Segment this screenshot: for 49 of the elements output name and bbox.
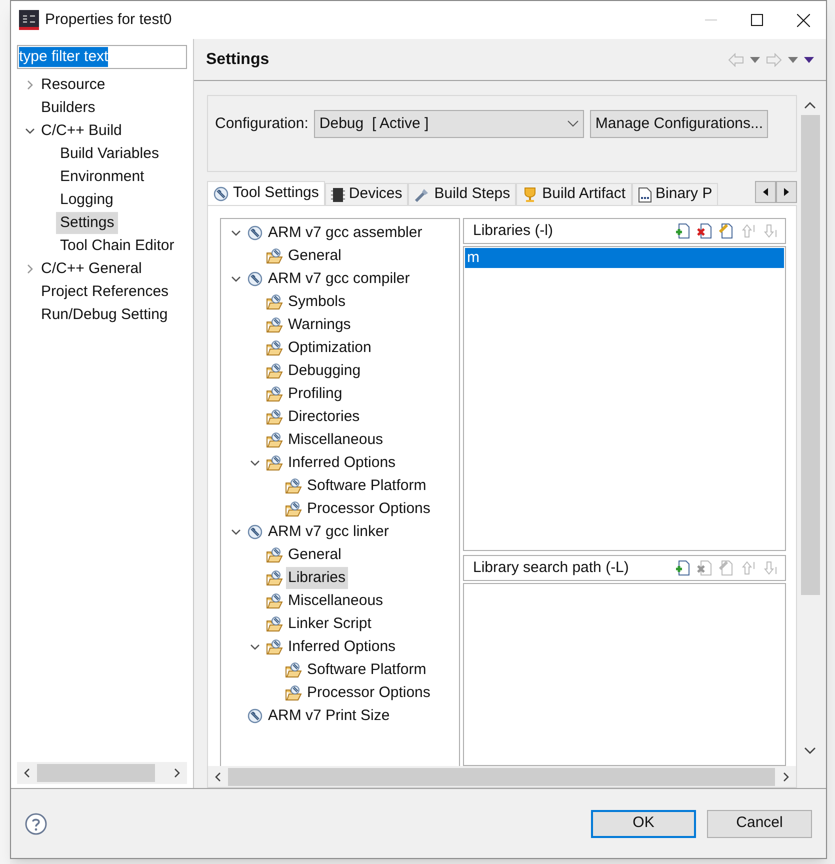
tree-item[interactable]: Profiling xyxy=(286,382,344,404)
sidebar-item[interactable]: Build Variables xyxy=(56,142,163,164)
dialog-button[interactable]: Cancel xyxy=(707,810,812,838)
tree-item[interactable]: Symbols xyxy=(286,290,348,312)
tree-item[interactable]: Miscellaneous xyxy=(286,428,386,450)
configuration-select[interactable]: Debug [ Active ] xyxy=(314,110,584,138)
tab[interactable]: Tool Settings xyxy=(207,181,325,205)
tree-item[interactable]: Inferred Options xyxy=(286,636,398,658)
tree-item[interactable]: Processor Options xyxy=(305,682,432,704)
tree-item[interactable]: Optimization xyxy=(286,336,374,358)
tab[interactable]: Build Steps xyxy=(408,183,516,205)
tree-item[interactable]: Directories xyxy=(286,406,362,428)
tree-item[interactable]: Debugging xyxy=(286,360,363,382)
sidebar-item[interactable]: Resource xyxy=(37,74,110,96)
tab[interactable]: Devices xyxy=(324,183,408,205)
sidebar-item[interactable]: Run/Debug Setting xyxy=(37,304,172,326)
tree-item[interactable]: Linker Script xyxy=(286,612,374,634)
list-title: Libraries (-l) xyxy=(473,220,554,241)
tree-item[interactable]: General xyxy=(286,244,344,266)
tab[interactable]: Binary P xyxy=(632,183,718,205)
tree-item[interactable]: Libraries xyxy=(286,566,348,588)
tree-item[interactable]: ARM v7 gcc compiler xyxy=(266,268,412,290)
tree-item[interactable]: Miscellaneous xyxy=(286,590,386,612)
tree-item[interactable]: Software Platform xyxy=(305,658,428,680)
tree-item[interactable]: Warnings xyxy=(286,314,353,336)
tree-item[interactable]: General xyxy=(286,544,344,566)
list-title: Library search path (-L) xyxy=(473,558,629,578)
dialog-button[interactable]: OK xyxy=(591,810,696,838)
configuration-label: Configuration: xyxy=(215,114,308,134)
page-title: Settings xyxy=(206,50,270,70)
sidebar-item[interactable]: C/C++ General xyxy=(37,258,146,280)
tree-item[interactable]: ARM v7 Print Size xyxy=(266,704,392,726)
tab[interactable]: Build Artifact xyxy=(516,183,632,205)
tree-item[interactable]: ARM v7 gcc linker xyxy=(266,520,391,542)
manage-configurations-button[interactable]: Manage Configurations... xyxy=(590,110,768,138)
tree-item[interactable]: ARM v7 gcc assembler xyxy=(266,222,424,244)
window-title: Properties for test0 xyxy=(45,10,172,30)
filter-field[interactable]: type filter text xyxy=(17,45,187,69)
sidebar-item[interactable]: Tool Chain Editor xyxy=(56,234,178,256)
tree-item[interactable]: Software Platform xyxy=(305,474,428,496)
sidebar-item[interactable]: C/C++ Build xyxy=(37,120,126,142)
sidebar-item[interactable]: Logging xyxy=(56,188,118,210)
sidebar-item[interactable]: Project References xyxy=(37,280,173,302)
tree-item[interactable]: Inferred Options xyxy=(286,452,398,474)
sidebar-item[interactable]: Builders xyxy=(37,96,100,118)
tree-item[interactable]: Processor Options xyxy=(305,498,432,520)
list-item[interactable]: m xyxy=(465,248,784,268)
sidebar-item[interactable]: Settings xyxy=(56,212,118,234)
sidebar-item[interactable]: Environment xyxy=(56,166,148,188)
